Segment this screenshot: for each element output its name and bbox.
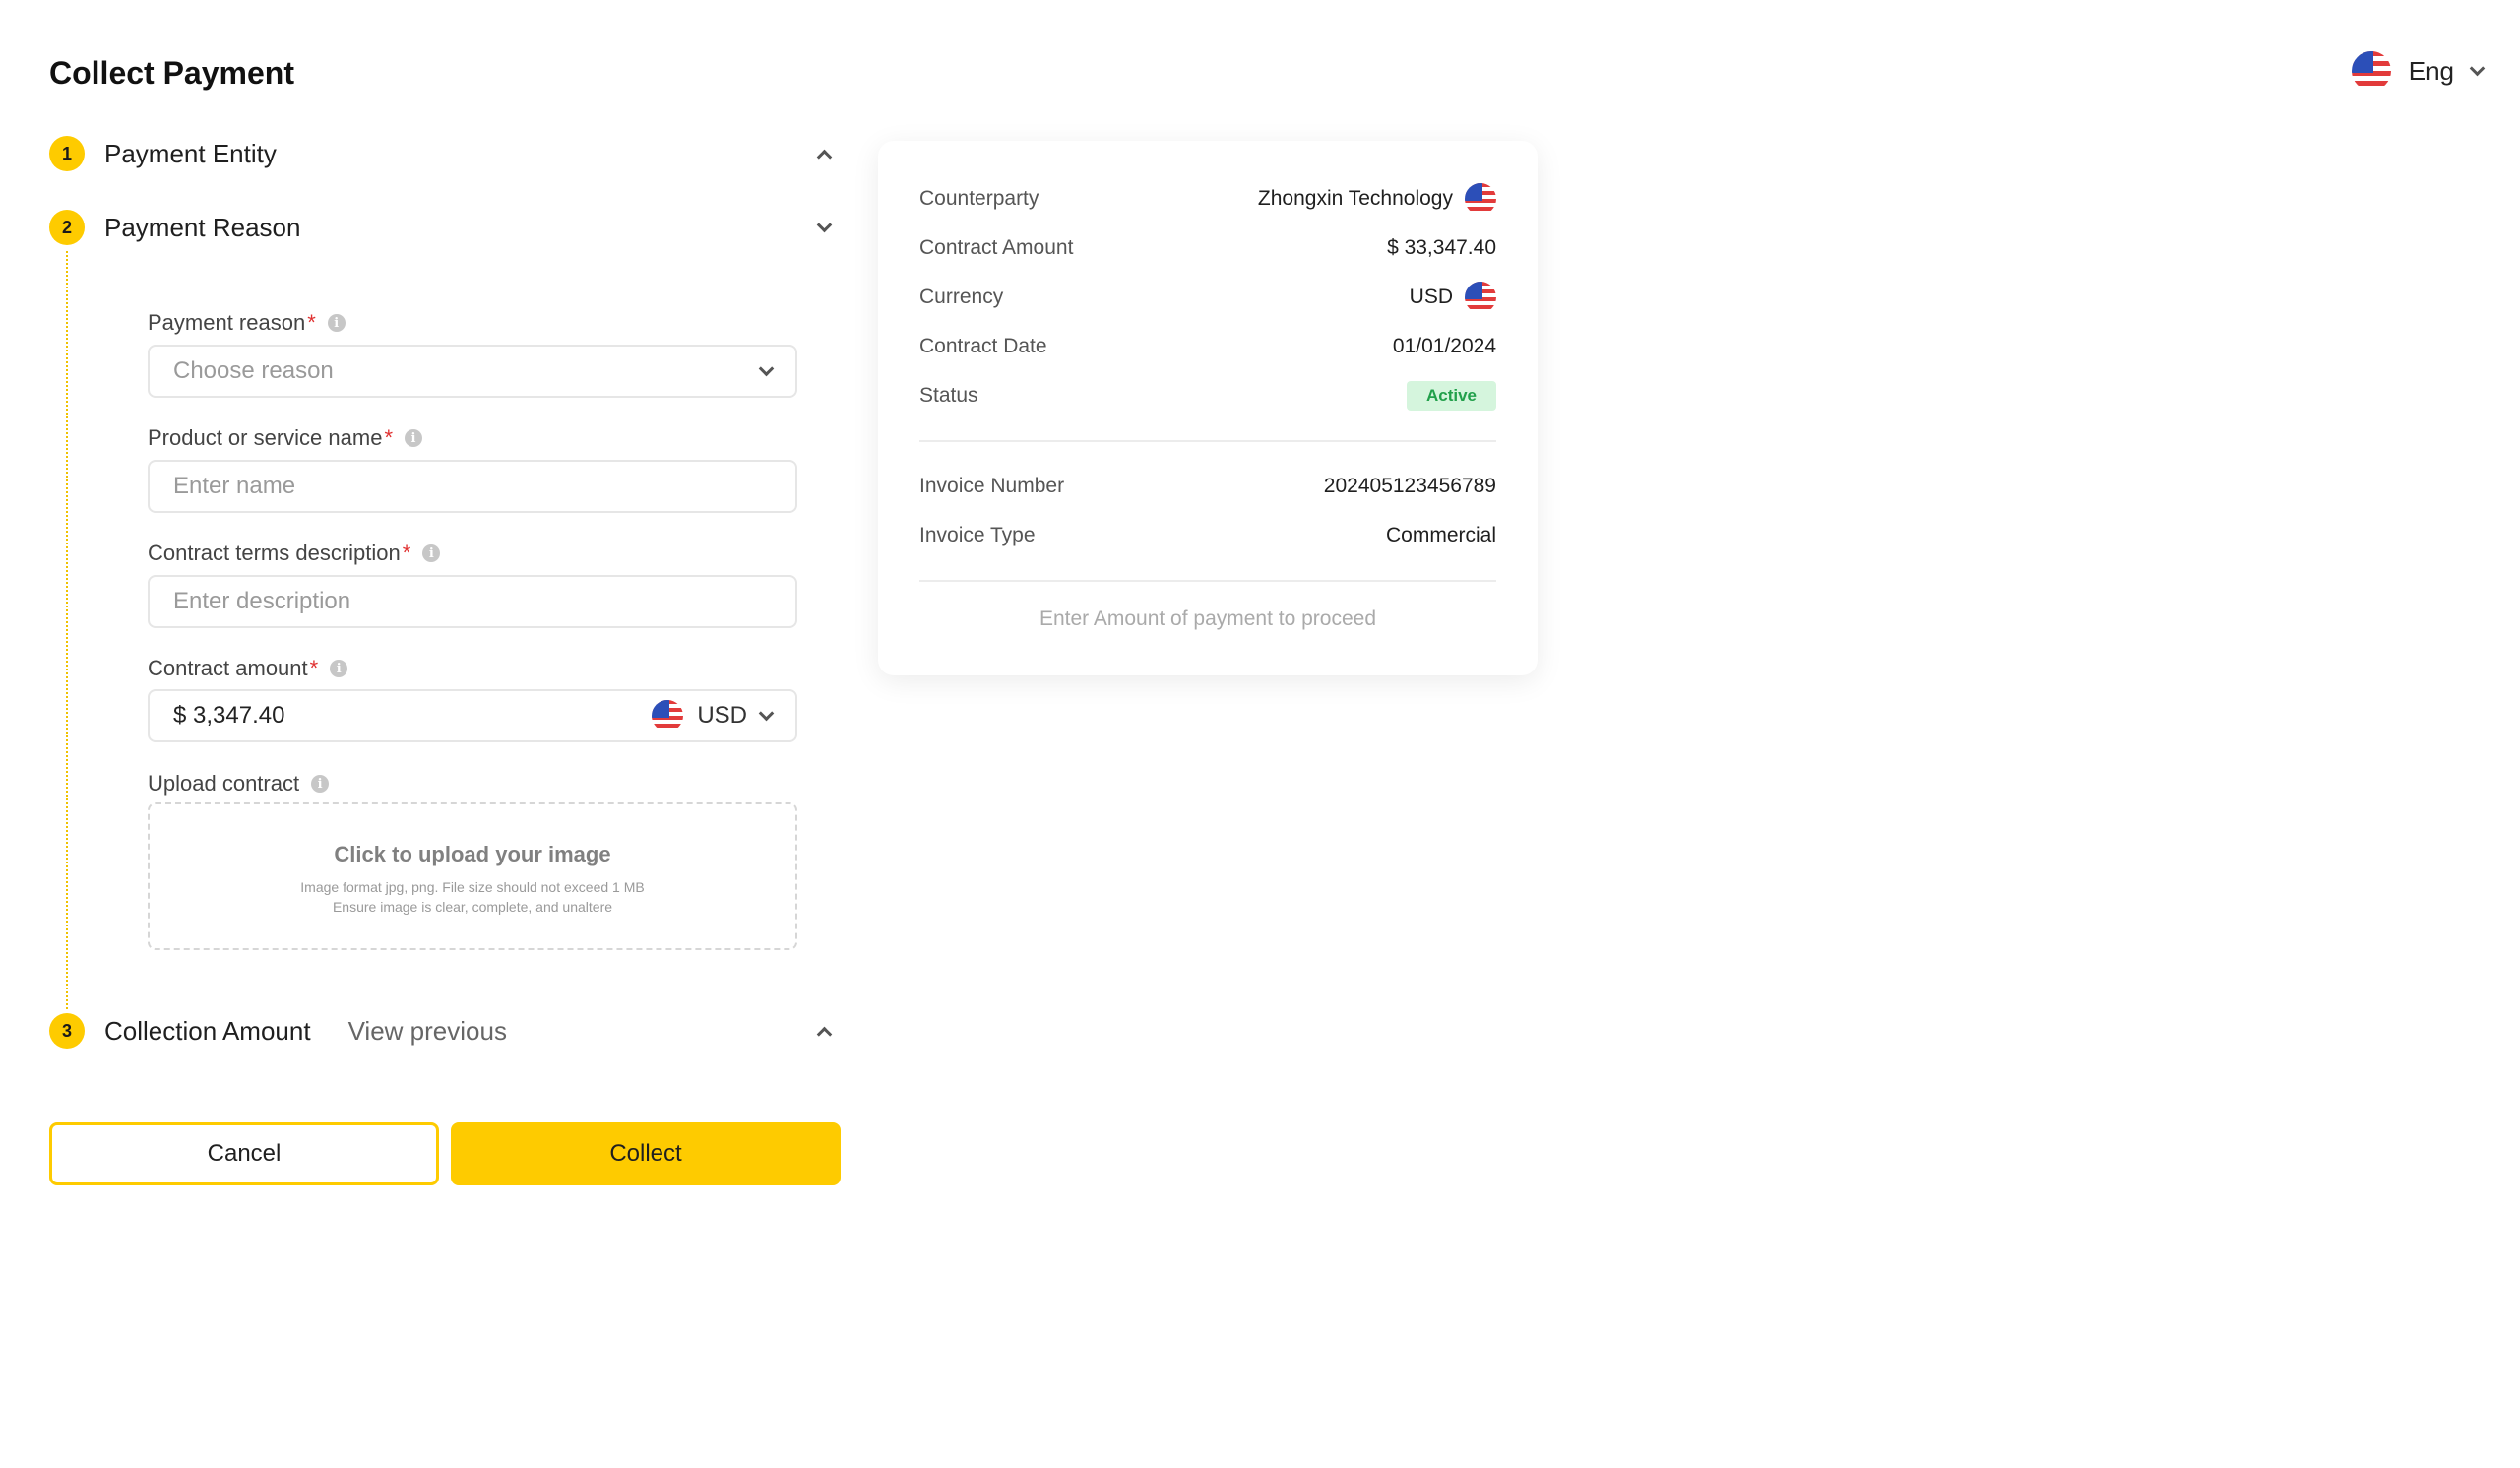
- label-text: Upload contract: [148, 771, 300, 796]
- chevron-down-icon: [758, 360, 775, 376]
- info-icon[interactable]: i: [327, 314, 346, 332]
- expand-toggle[interactable]: [812, 216, 836, 239]
- contract-amount-label: Contract amount * i: [148, 656, 348, 681]
- info-icon[interactable]: i: [330, 660, 348, 677]
- summary-value: $ 33,347.40: [1387, 236, 1496, 259]
- proceed-hint: Enter Amount of payment to proceed: [1039, 607, 1377, 630]
- summary-value: Commercial: [1385, 524, 1496, 546]
- summary-key: Currency: [919, 286, 1004, 308]
- contract-terms-label: Contract terms description * i: [148, 541, 441, 566]
- label-text: Payment reason: [148, 310, 306, 335]
- view-previous-link[interactable]: View previous: [348, 1016, 507, 1047]
- us-flag-icon: [1465, 183, 1496, 215]
- summary-key: Invoice Type: [919, 524, 1036, 546]
- cancel-button[interactable]: Cancel: [49, 1122, 439, 1185]
- product-name-field[interactable]: [148, 460, 797, 513]
- collapse-toggle[interactable]: [812, 142, 836, 165]
- product-name-label: Product or service name * i: [148, 425, 422, 451]
- us-flag-icon: [2351, 51, 2391, 91]
- summary-value: Zhongxin Technology: [1258, 183, 1496, 215]
- product-name-input[interactable]: [173, 473, 772, 500]
- page-title: Collect Payment: [49, 55, 294, 91]
- summary-row-contract-amount: Contract Amount $ 33,347.40: [919, 223, 1496, 273]
- required-mark: *: [307, 310, 316, 335]
- contract-amount-input[interactable]: $ 3,347.40: [173, 702, 652, 730]
- divider: [919, 580, 1496, 582]
- summary-value: 01/01/2024: [1392, 335, 1496, 357]
- summary-row-contract-date: Contract Date 01/01/2024: [919, 322, 1496, 371]
- us-flag-icon: [1465, 282, 1496, 313]
- upload-dropzone[interactable]: Click to upload your image Image format …: [148, 802, 797, 950]
- summary-key: Contract Date: [919, 335, 1047, 357]
- step-collection-amount[interactable]: 3 Collection Amount View previous: [49, 1011, 842, 1051]
- contract-amount-field[interactable]: $ 3,347.40 USD: [148, 689, 797, 742]
- summary-value: Active: [1406, 381, 1496, 411]
- summary-key: Contract Amount: [919, 236, 1074, 259]
- step-number-badge: 3: [49, 1013, 85, 1049]
- select-placeholder: Choose reason: [173, 357, 334, 384]
- summary-key: Status: [919, 384, 978, 407]
- us-flag-icon: [652, 700, 684, 732]
- upload-contract-label: Upload contract i: [148, 771, 330, 797]
- step-connector-line: [66, 251, 68, 1009]
- required-mark: *: [384, 425, 393, 450]
- chevron-down-icon: [758, 705, 775, 721]
- language-label: Eng: [2408, 55, 2454, 86]
- payment-reason-label: Payment reason * i: [148, 310, 346, 336]
- required-mark: *: [309, 656, 319, 680]
- summary-row-status: Status Active: [919, 371, 1496, 420]
- step-title: Collection Amount: [104, 1015, 311, 1046]
- summary-key: Invoice Number: [919, 475, 1065, 497]
- status-badge: Active: [1406, 381, 1496, 411]
- payment-reason-select[interactable]: Choose reason: [148, 345, 797, 398]
- chevron-down-icon: [816, 217, 832, 232]
- summary-row-counterparty: Counterparty Zhongxin Technology: [919, 174, 1496, 223]
- summary-value: 202405123456789: [1323, 475, 1496, 497]
- upload-hint-quality: Ensure image is clear, complete, and una…: [332, 899, 613, 915]
- summary-value: USD: [1410, 282, 1496, 313]
- currency-code: USD: [1409, 286, 1453, 308]
- label-text: Contract terms description: [148, 541, 401, 565]
- contract-summary-card: Counterparty Zhongxin Technology Contrac…: [878, 141, 1538, 675]
- summary-key: Counterparty: [919, 187, 1040, 210]
- summary-row-invoice-number: Invoice Number 202405123456789: [919, 462, 1496, 511]
- summary-row-invoice-type: Invoice Type Commercial: [919, 511, 1496, 560]
- language-selector[interactable]: Eng: [2351, 51, 2486, 91]
- step-title: Payment Reason: [104, 212, 301, 242]
- step-number-badge: 2: [49, 210, 85, 245]
- contract-terms-field[interactable]: [148, 575, 797, 628]
- label-text: Product or service name: [148, 425, 383, 450]
- currency-code: USD: [697, 702, 747, 729]
- collect-button[interactable]: Collect: [451, 1122, 841, 1185]
- info-icon[interactable]: i: [422, 544, 441, 562]
- required-mark: *: [402, 541, 411, 565]
- step-payment-reason[interactable]: 2 Payment Reason: [49, 208, 842, 247]
- contract-terms-input[interactable]: [173, 588, 772, 615]
- upload-hint-format: Image format jpg, png. File size should …: [300, 879, 645, 895]
- upload-title: Click to upload your image: [334, 842, 611, 866]
- counterparty-name: Zhongxin Technology: [1257, 187, 1453, 210]
- step-payment-entity[interactable]: 1 Payment Entity: [49, 134, 842, 173]
- summary-row-currency: Currency USD: [919, 273, 1496, 322]
- collapse-toggle[interactable]: [812, 1019, 836, 1043]
- chevron-up-icon: [816, 149, 832, 164]
- divider: [919, 440, 1496, 442]
- step-title: Payment Entity: [104, 138, 277, 168]
- currency-select[interactable]: USD: [652, 700, 775, 732]
- label-text: Contract amount: [148, 656, 308, 680]
- chevron-down-icon: [2469, 60, 2486, 76]
- info-icon[interactable]: i: [405, 429, 422, 447]
- info-icon[interactable]: i: [311, 775, 330, 793]
- chevron-up-icon: [816, 1026, 832, 1042]
- step-number-badge: 1: [49, 136, 85, 171]
